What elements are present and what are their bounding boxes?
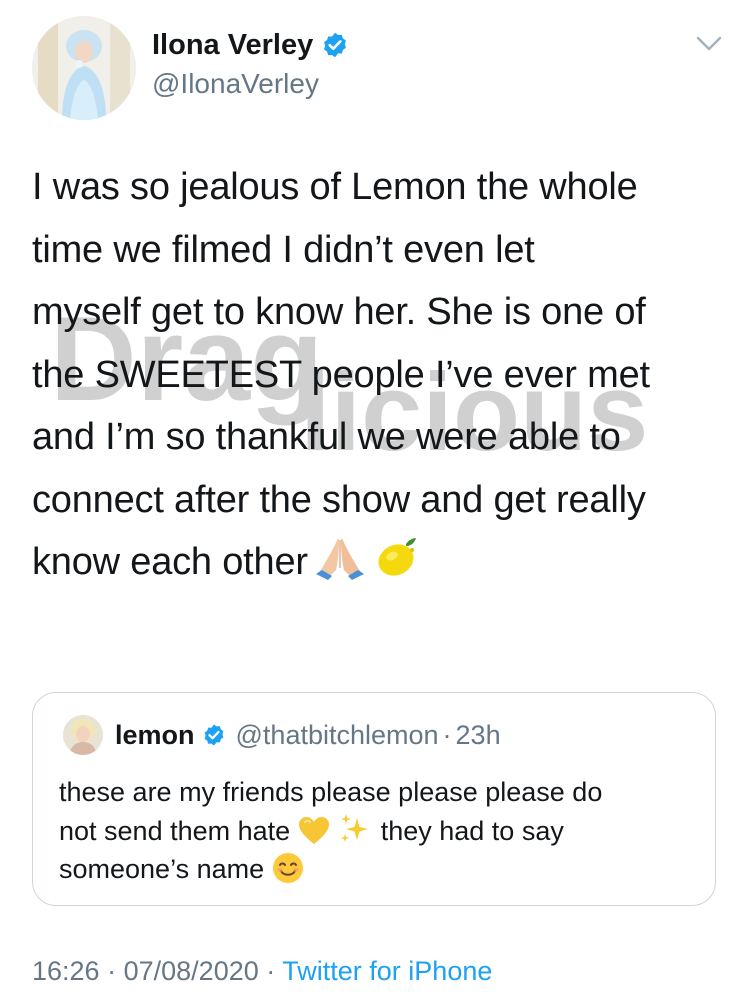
quoted-tweet-time[interactable]: 23h [456, 719, 501, 751]
verified-badge-icon [204, 724, 223, 746]
quoted-author-name[interactable]: lemon [115, 719, 195, 751]
tweet-line: and I’m so thankful we were able to [32, 416, 621, 458]
quoted-line-text: not send them hate [59, 815, 291, 846]
yellow-heart-emoji [298, 816, 329, 844]
author-display-name[interactable]: Ilona Verley [152, 28, 349, 62]
lemon-emoji [378, 538, 416, 576]
tweet-line: connect after the show and get really [32, 478, 646, 521]
quoted-tweet-header: lemon @thatbitchlemon · 23h [115, 719, 501, 751]
meta-separator: · [442, 720, 452, 750]
quoted-line: not send them hate they had to say [59, 812, 699, 851]
tweet-line: time we filmed I didn’t even let [32, 228, 535, 271]
quoted-line: someone’s name [59, 850, 699, 889]
tweet-footer: 16:26 · 07/08/2020 · Twitter for iPhone [32, 954, 492, 988]
author-handle[interactable]: @IlonaVerley [152, 68, 319, 100]
meta-separator: · [107, 956, 117, 986]
tweet-line: the SWEETEST people I’ve ever met [32, 353, 650, 396]
smiling-face-emoji [272, 853, 303, 883]
tweet-text: I was so jealous of Lemon the whole time … [32, 156, 732, 594]
tweet-line-last: know each other [32, 531, 732, 594]
tweet-line-text: know each other [32, 541, 308, 583]
tweet-source-link[interactable]: Twitter for iPhone [282, 956, 492, 986]
quoted-author-avatar[interactable] [63, 715, 103, 755]
quoted-line-text: someone’s name [59, 854, 265, 884]
tweet-line: myself get to know her. She is one of [32, 291, 646, 333]
quoted-tweet-card[interactable]: lemon @thatbitchlemon · 23h these are my… [32, 692, 716, 906]
chevron-down-icon[interactable] [694, 32, 724, 56]
quoted-line-text: they had to say [380, 815, 564, 846]
quoted-line: these are my friends please please pleas… [59, 777, 603, 807]
quoted-tweet-text: these are my friends please please pleas… [59, 773, 699, 889]
quoted-avatar-image [63, 715, 103, 755]
author-name-text: Ilona Verley [152, 29, 314, 61]
author-avatar-image [32, 16, 136, 120]
author-avatar[interactable] [32, 16, 136, 120]
tweet-date[interactable]: 07/08/2020 [124, 956, 259, 986]
tweet-line: I was so jealous of Lemon the whole [32, 166, 638, 208]
folded-hands-emoji [315, 538, 364, 580]
sparkles-emoji [341, 813, 369, 842]
meta-separator: · [266, 956, 276, 986]
verified-badge-icon [324, 32, 347, 58]
quoted-author-handle[interactable]: @thatbitchlemon [236, 719, 439, 751]
tweet-time[interactable]: 16:26 [32, 956, 100, 986]
